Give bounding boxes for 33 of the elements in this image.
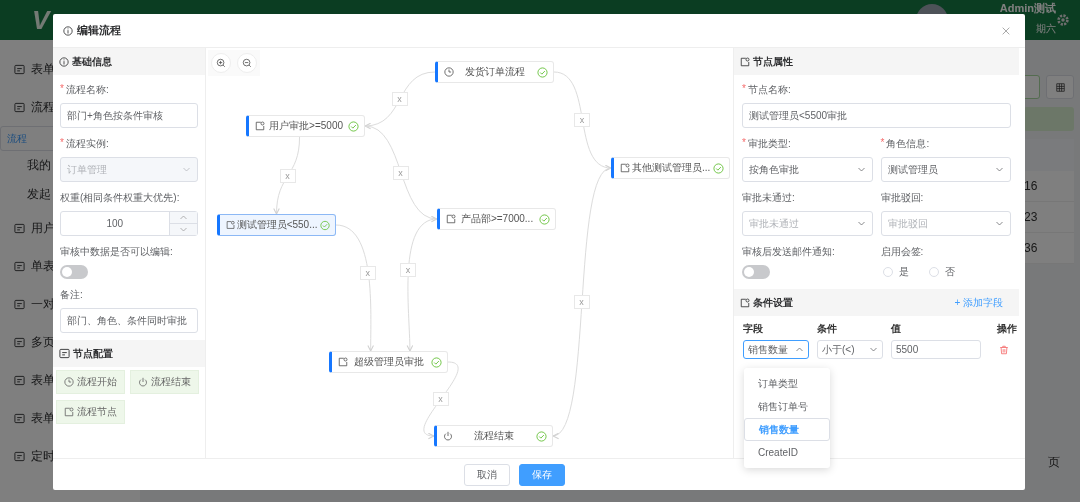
column-header: 字段	[743, 322, 764, 336]
field-label: 审批未通过:	[742, 191, 795, 205]
table-cell: 23	[1024, 202, 1074, 233]
section-title: 基础信息	[72, 54, 113, 69]
dialog-title: 编辑流程	[77, 23, 122, 38]
required-mark: *	[60, 83, 64, 96]
column-header: 操作	[997, 322, 1017, 336]
field-label: 审批类型:	[747, 137, 791, 151]
field-label: 备注:	[60, 288, 83, 302]
logo: V	[32, 4, 50, 36]
required-mark: *	[60, 137, 64, 150]
field-label: 流程名称:	[65, 83, 109, 97]
table-cell: 16	[1024, 171, 1074, 202]
field-label: 节点名称:	[747, 83, 791, 97]
user-name: Admin测试	[999, 1, 1056, 16]
column-header: 条件	[817, 322, 838, 336]
pager-text: 页	[1048, 454, 1060, 471]
date-text: 期六	[1036, 22, 1056, 36]
column-header: 值	[891, 322, 902, 336]
field-label: 流程实例:	[65, 137, 109, 151]
required-mark: *	[742, 137, 746, 150]
field-label: 角色信息:	[886, 137, 930, 151]
section-title: 条件设置	[753, 295, 794, 310]
field-label: 审核中数据是否可以编辑:	[60, 245, 173, 259]
section-title: 节点属性	[753, 54, 794, 69]
field-label: 启用会签:	[880, 245, 924, 259]
field-label: 审批驳回:	[880, 191, 924, 205]
section-title: 节点配置	[73, 346, 114, 361]
field-label: 权重(相同条件权重大优先):	[60, 191, 180, 205]
required-mark: *	[880, 137, 885, 150]
required-mark: *	[742, 83, 746, 96]
field-label: 审核后发送邮件通知:	[742, 245, 835, 259]
table-cell: 36	[1024, 233, 1074, 264]
